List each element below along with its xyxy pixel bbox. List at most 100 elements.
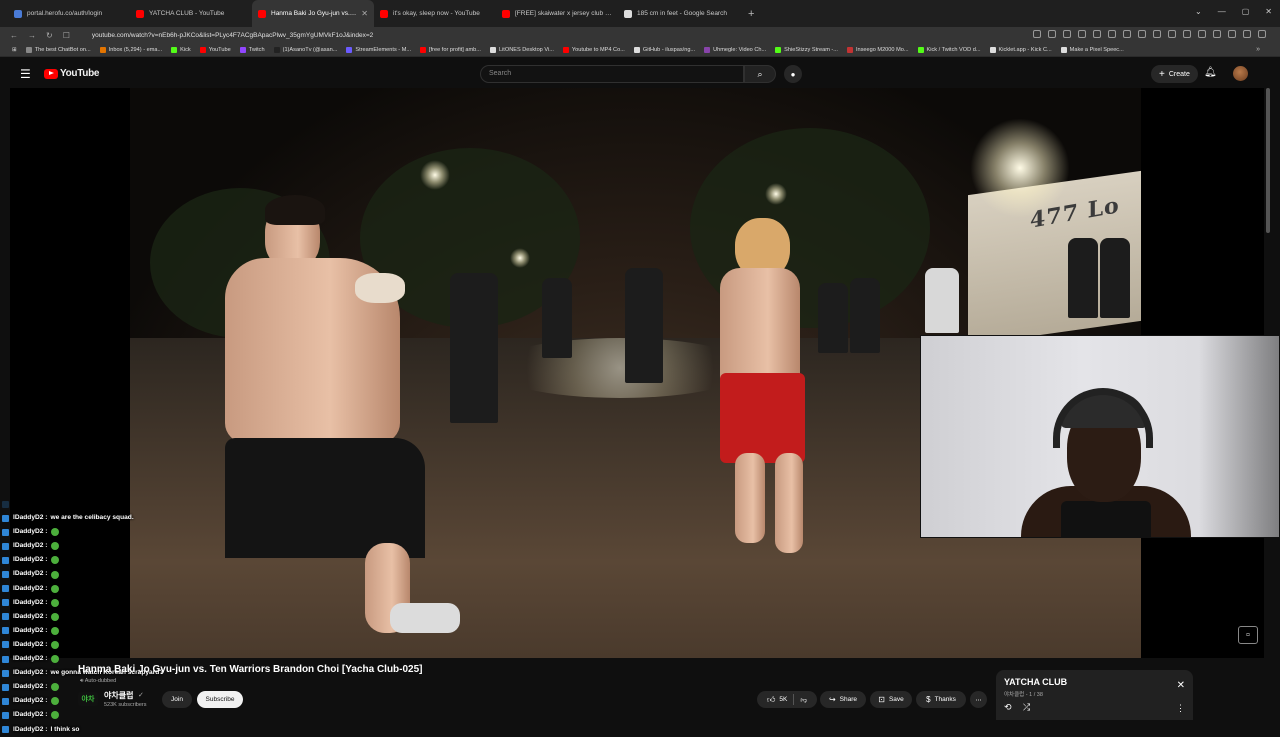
extension-icon[interactable]	[1123, 30, 1131, 38]
subscribe-button[interactable]: Subscribe	[197, 691, 243, 708]
search-input[interactable]: Search	[480, 65, 744, 83]
shuffle-icon[interactable]: ⤮	[1023, 702, 1030, 713]
channel-name[interactable]: 야차클럽	[104, 690, 133, 701]
close-icon[interactable]: ✕	[1177, 680, 1185, 691]
extension-icon[interactable]	[1228, 30, 1236, 38]
maximize-icon[interactable]: ▢	[1242, 7, 1250, 16]
bookmark-item[interactable]: YouTube	[199, 46, 231, 53]
extension-icon[interactable]	[1153, 30, 1161, 38]
bookmark-item[interactable]: Twitch	[239, 46, 265, 53]
reload-icon[interactable]: ↻	[46, 31, 53, 40]
page-scrollbar[interactable]	[1266, 88, 1270, 233]
video-bystander	[625, 268, 663, 383]
create-button[interactable]: + Create	[1151, 65, 1198, 83]
new-tab-button[interactable]: +	[748, 8, 754, 20]
dislike-icon[interactable]: 👎︎	[800, 696, 807, 704]
extension-icon[interactable]	[1168, 30, 1176, 38]
bookmark-item[interactable]: The best ChatBot on...	[25, 46, 91, 53]
extension-icon[interactable]	[1108, 30, 1116, 38]
extensions-toolbar	[1033, 30, 1266, 38]
bookmark-item[interactable]: [free for profit] amb...	[420, 46, 481, 53]
url-field[interactable]: youtube.com/watch?v=nEb6h-pJKCo&list=PLy…	[92, 32, 373, 39]
bookmark-favicon-icon	[633, 46, 640, 53]
search-button[interactable]: ⌕	[744, 65, 776, 83]
extension-icon[interactable]	[1138, 30, 1146, 38]
user-avatar[interactable]	[1233, 66, 1248, 81]
extension-icon[interactable]	[1048, 30, 1056, 38]
bookmark-item[interactable]: GitHub - iluspas/ng...	[633, 46, 695, 53]
bookmark-item[interactable]: Kicklet.app - Kick C...	[989, 46, 1052, 53]
notifications-bell-icon[interactable]: 🔔︎	[1204, 67, 1217, 78]
chat-emote-icon	[51, 598, 60, 607]
window-controls: ⌄ — ▢ ✕	[1195, 7, 1272, 16]
back-icon[interactable]: ←	[10, 31, 18, 40]
window-list-icon[interactable]: ⌄	[1195, 7, 1202, 16]
close-window-icon[interactable]: ✕	[1265, 7, 1272, 16]
bookmark-item[interactable]: StreamElements - M...	[346, 46, 411, 53]
browser-tab[interactable]: Hanma Baki Jo Gyu-jun vs. Te ✕	[252, 0, 374, 27]
like-icon[interactable]: 👍︎	[767, 695, 775, 705]
playlist-title[interactable]: YATCHA CLUB	[1004, 677, 1067, 687]
browser-tab[interactable]: 185 cm in feet - Google Search	[618, 0, 740, 27]
bookmark-item[interactable]: Uhmegle: Video Ch...	[704, 46, 766, 53]
extension-icon[interactable]	[1078, 30, 1086, 38]
bookmark-item[interactable]: Kick / Twitch VOD d...	[917, 46, 981, 53]
forward-icon[interactable]: →	[28, 31, 36, 40]
extension-icon[interactable]	[1213, 30, 1221, 38]
join-button[interactable]: Join	[162, 691, 192, 708]
video-light	[510, 248, 530, 268]
extension-icon[interactable]	[1033, 30, 1041, 38]
more-actions-button[interactable]: ⋯	[970, 691, 987, 708]
tab-close-icon[interactable]: ✕	[361, 9, 368, 18]
thanks-button[interactable]: $ Thanks	[916, 691, 966, 708]
fighter-red-shorts	[720, 373, 805, 463]
tab-favicon-icon	[136, 9, 144, 18]
extension-icon[interactable]	[1198, 30, 1206, 38]
share-button[interactable]: ↪ Share	[820, 691, 866, 708]
browser-tab[interactable]: it's okay, sleep now - YouTube	[374, 0, 496, 27]
chat-platform-icon	[2, 500, 9, 508]
chat-message: lDaddyD2 :	[0, 624, 260, 638]
extension-icon[interactable]	[1258, 30, 1266, 38]
hamburger-menu-icon[interactable]: ☰	[20, 68, 31, 80]
more-vert-icon[interactable]: ⋮	[1176, 703, 1185, 714]
loop-icon[interactable]: ⟲	[1004, 702, 1012, 713]
chat-emote-icon	[51, 528, 60, 537]
bookmark-page-icon[interactable]: ☐	[63, 31, 70, 40]
more-bookmarks-icon[interactable]: »	[1256, 46, 1260, 53]
bookmark-item[interactable]: Kick	[171, 46, 191, 53]
bookmark-label: Make a Pixel Speec...	[1069, 46, 1124, 53]
browser-tab[interactable]: portal.herofu.co/auth/login	[8, 0, 130, 27]
verified-icon: ✓	[138, 692, 144, 699]
bookmark-item[interactable]: Make a Pixel Speec...	[1060, 46, 1124, 53]
channel-avatar[interactable]: 야차	[78, 692, 98, 706]
bookmark-label: ShieStizzy Stream -...	[784, 46, 838, 53]
save-button[interactable]: ⊡ Save	[870, 691, 912, 708]
youtube-logo[interactable]: YouTube	[44, 68, 100, 79]
bookmark-item[interactable]: ShieStizzy Stream -...	[775, 46, 838, 53]
bookmark-item[interactable]: Inseego M2000 Mo...	[846, 46, 909, 53]
browser-tab[interactable]: [FREE] skaiwater x jersey club type b	[496, 0, 618, 27]
apps-icon[interactable]: ⊞	[12, 47, 17, 53]
chat-emote-icon	[51, 570, 60, 579]
minimize-icon[interactable]: —	[1218, 7, 1226, 16]
browser-tab[interactable]: YATCHA CLUB - YouTube	[130, 0, 252, 27]
voice-search-button[interactable]: ●	[784, 65, 802, 83]
chat-platform-icon	[2, 599, 9, 607]
bookmark-favicon-icon	[199, 46, 206, 53]
bookmark-favicon-icon	[273, 46, 280, 53]
channel-watermark[interactable]: ◘	[1238, 626, 1258, 644]
chat-platform-icon	[2, 697, 9, 705]
bookmark-item[interactable]: Youtube to MP4 Co...	[562, 46, 625, 53]
bookmark-item[interactable]: Inbox (5,294) - ema...	[99, 46, 162, 53]
bookmark-item[interactable]: (1)AsanoTv (@asan...	[273, 46, 337, 53]
extension-icon[interactable]	[1183, 30, 1191, 38]
bookmark-item[interactable]: LitONES Desktop Vi...	[489, 46, 554, 53]
chat-platform-icon	[2, 528, 9, 536]
chat-message: lDaddyD2 :	[0, 596, 260, 610]
extension-icon[interactable]	[1243, 30, 1251, 38]
extension-icon[interactable]	[1063, 30, 1071, 38]
extension-icon[interactable]	[1093, 30, 1101, 38]
chat-username: lDaddyD2 :	[13, 514, 48, 522]
like-count[interactable]: 5K	[779, 696, 787, 703]
